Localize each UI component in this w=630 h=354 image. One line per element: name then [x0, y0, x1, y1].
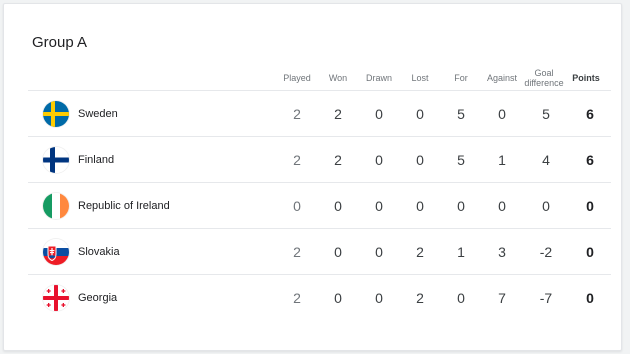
- finland-flag-icon: [43, 147, 69, 173]
- points-value: 0: [586, 244, 594, 260]
- for-value: 1: [457, 244, 465, 260]
- goal-difference-value: 0: [542, 198, 550, 214]
- for-value: 5: [457, 106, 465, 122]
- team-name[interactable]: Republic of Ireland: [78, 183, 170, 229]
- table-row[interactable]: Slovakia 2 0 0 2 1 3 -2 0: [28, 228, 611, 274]
- won-value: 0: [334, 290, 342, 306]
- drawn-value: 0: [375, 106, 383, 122]
- drawn-value: 0: [375, 198, 383, 214]
- against-value: 3: [498, 244, 506, 260]
- points-value: 0: [586, 198, 594, 214]
- against-value: 0: [498, 198, 506, 214]
- played-value: 0: [293, 198, 301, 214]
- team-name[interactable]: Slovakia: [78, 229, 120, 275]
- goal-difference-value: -2: [539, 244, 553, 260]
- for-value: 0: [457, 198, 465, 214]
- table-row[interactable]: Georgia 2 0 0 2 0 7 -7 0: [28, 274, 611, 320]
- georgia-flag-icon: [43, 285, 69, 311]
- ireland-flag-icon: [43, 193, 69, 219]
- points-value: 6: [586, 106, 594, 122]
- team-name[interactable]: Finland: [78, 137, 114, 183]
- played-value: 2: [293, 152, 301, 168]
- goal-difference-value: 4: [542, 152, 550, 168]
- group-title: Group A: [32, 34, 88, 51]
- table-row[interactable]: Sweden 2 2 0 0 5 0 5 6: [28, 90, 611, 136]
- for-value: 5: [457, 152, 465, 168]
- against-value: 7: [498, 290, 506, 306]
- lost-value: 2: [416, 290, 424, 306]
- standings-table: Sweden 2 2 0 0 5 0 5 6 Finland 2 2 0 0 5…: [28, 90, 611, 320]
- against-value: 1: [498, 152, 506, 168]
- won-value: 0: [334, 244, 342, 260]
- lost-value: 2: [416, 244, 424, 260]
- points-value: 0: [586, 290, 594, 306]
- standings-card: Group A Played Won Drawn Lost For Agains…: [3, 3, 622, 351]
- played-value: 2: [293, 290, 301, 306]
- table-row[interactable]: Finland 2 2 0 0 5 1 4 6: [28, 136, 611, 182]
- lost-value: 0: [416, 198, 424, 214]
- lost-value: 0: [416, 106, 424, 122]
- sweden-flag-icon: [43, 101, 69, 127]
- against-value: 0: [498, 106, 506, 122]
- drawn-value: 0: [375, 290, 383, 306]
- played-value: 2: [293, 244, 301, 260]
- for-value: 0: [457, 290, 465, 306]
- team-name[interactable]: Sweden: [78, 91, 118, 137]
- won-value: 0: [334, 198, 342, 214]
- table-row[interactable]: Republic of Ireland 0 0 0 0 0 0 0 0: [28, 182, 611, 228]
- won-value: 2: [334, 152, 342, 168]
- points-value: 6: [586, 152, 594, 168]
- goal-difference-value: -7: [539, 290, 553, 306]
- lost-value: 0: [416, 152, 424, 168]
- drawn-value: 0: [375, 244, 383, 260]
- team-name[interactable]: Georgia: [78, 275, 117, 321]
- won-value: 2: [334, 106, 342, 122]
- goal-difference-value: 5: [542, 106, 550, 122]
- played-value: 2: [293, 106, 301, 122]
- slovakia-flag-icon: [43, 239, 69, 265]
- drawn-value: 0: [375, 152, 383, 168]
